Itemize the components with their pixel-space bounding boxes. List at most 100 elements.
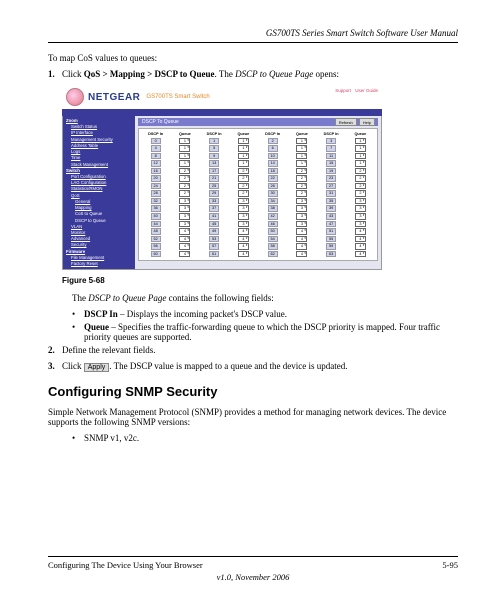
table-row: 41516171	[141, 145, 375, 153]
queue-select[interactable]: 3	[355, 213, 366, 220]
queue-select[interactable]: 3	[355, 198, 366, 205]
queue-select[interactable]: 2	[179, 168, 190, 175]
apply-button[interactable]: Apply	[84, 363, 110, 372]
queue-select[interactable]: 4	[355, 251, 366, 258]
dscp-value: 11	[326, 153, 336, 160]
queue-select[interactable]: 3	[179, 213, 190, 220]
queue-select[interactable]: 3	[296, 205, 307, 212]
userguide-link[interactable]: User Guide	[355, 88, 378, 93]
queue-select[interactable]: 4	[179, 236, 190, 243]
queue-select[interactable]: 2	[296, 190, 307, 197]
queue-select[interactable]: 2	[296, 168, 307, 175]
queue-select[interactable]: 4	[238, 228, 249, 235]
queue-select[interactable]: 3	[238, 213, 249, 220]
page-name: DSCP to Queue Page	[88, 293, 166, 303]
dscp-value: 54	[268, 236, 278, 243]
queue-select[interactable]: 3	[238, 221, 249, 228]
dscp-value: 12	[151, 160, 161, 167]
queue-select[interactable]: 1	[238, 145, 249, 152]
dscp-value: 45	[209, 221, 219, 228]
logo-icon	[66, 88, 84, 106]
queue-select[interactable]: 3	[238, 205, 249, 212]
table-row: 323333343353	[141, 197, 375, 205]
queue-select[interactable]: 2	[238, 175, 249, 182]
queue-select[interactable]: 1	[355, 153, 366, 160]
dscp-value: 7	[326, 145, 336, 152]
queue-select[interactable]: 1	[179, 153, 190, 160]
queue-select[interactable]: 4	[238, 243, 249, 250]
queue-select[interactable]: 4	[355, 228, 366, 235]
queue-select[interactable]: 2	[355, 190, 366, 197]
queue-select[interactable]: 3	[355, 221, 366, 228]
queue-select[interactable]: 4	[179, 251, 190, 258]
step-body: Define the relevant fields.	[62, 345, 458, 355]
menu-path: QoS > Mapping > DSCP to Queue	[84, 69, 215, 79]
dscp-value: 20	[151, 175, 161, 182]
queue-select[interactable]: 2	[296, 183, 307, 190]
field-bullet: • DSCP In – Displays the incoming packet…	[72, 309, 458, 319]
queue-select[interactable]: 1	[238, 160, 249, 167]
table-row: 162172182192	[141, 167, 375, 175]
table-row: 282292302312	[141, 190, 375, 198]
queue-select[interactable]: 4	[238, 251, 249, 258]
queue-select[interactable]: 4	[296, 228, 307, 235]
queue-select[interactable]: 2	[355, 183, 366, 190]
queue-select[interactable]: 1	[179, 160, 190, 167]
queue-select[interactable]: 1	[238, 138, 249, 145]
queue-select[interactable]: 2	[238, 183, 249, 190]
queue-select[interactable]: 3	[296, 213, 307, 220]
queue-select[interactable]: 2	[238, 190, 249, 197]
queue-select[interactable]: 1	[355, 138, 366, 145]
queue-select[interactable]: 4	[238, 236, 249, 243]
queue-select[interactable]: 1	[355, 160, 366, 167]
queue-select[interactable]: 4	[296, 251, 307, 258]
dscp-table: DSCP InQueueDSCP InQueueDSCP InQueueDSCP…	[138, 128, 378, 261]
dscp-value: 57	[209, 243, 219, 250]
queue-select[interactable]: 1	[179, 145, 190, 152]
queue-select[interactable]: 3	[296, 198, 307, 205]
queue-select[interactable]: 4	[355, 243, 366, 250]
queue-select[interactable]: 1	[296, 145, 307, 152]
queue-select[interactable]: 4	[296, 243, 307, 250]
dscp-value: 28	[151, 190, 161, 197]
queue-select[interactable]: 4	[355, 236, 366, 243]
queue-select[interactable]: 2	[355, 168, 366, 175]
queue-select[interactable]: 3	[179, 221, 190, 228]
queue-select[interactable]: 2	[355, 175, 366, 182]
queue-select[interactable]: 4	[179, 228, 190, 235]
dscp-value: 23	[326, 175, 336, 182]
sidebar-item[interactable]: Factory Reset	[66, 261, 135, 267]
queue-select[interactable]: 3	[238, 198, 249, 205]
queue-select[interactable]: 3	[179, 198, 190, 205]
dscp-value: 49	[209, 228, 219, 235]
bullet-marker: •	[72, 322, 84, 342]
text: contains the following fields:	[166, 293, 273, 303]
table-row: 01112131	[141, 137, 375, 145]
queue-select[interactable]: 2	[179, 175, 190, 182]
queue-select[interactable]: 3	[296, 221, 307, 228]
dscp-value: 62	[268, 251, 278, 258]
queue-select[interactable]: 2	[296, 175, 307, 182]
dscp-value: 4	[151, 145, 161, 152]
queue-select[interactable]: 4	[296, 236, 307, 243]
dscp-value: 2	[268, 138, 278, 145]
queue-select[interactable]: 4	[179, 243, 190, 250]
queue-select[interactable]: 1	[296, 153, 307, 160]
product-name: GS700TS Smart Switch	[146, 94, 209, 100]
queue-select[interactable]: 3	[179, 205, 190, 212]
step-text: opens:	[313, 69, 339, 79]
queue-select[interactable]: 2	[238, 168, 249, 175]
bullet-marker: •	[72, 309, 84, 319]
help-button[interactable]: Help	[359, 118, 375, 126]
support-link[interactable]: Support	[335, 88, 351, 93]
queue-select[interactable]: 1	[355, 145, 366, 152]
step-text: . The	[215, 69, 236, 79]
queue-select[interactable]: 3	[355, 205, 366, 212]
queue-select[interactable]: 1	[179, 138, 190, 145]
refresh-button[interactable]: Refresh	[335, 118, 357, 126]
queue-select[interactable]: 1	[238, 153, 249, 160]
queue-select[interactable]: 1	[296, 160, 307, 167]
queue-select[interactable]: 1	[296, 138, 307, 145]
queue-select[interactable]: 2	[179, 190, 190, 197]
queue-select[interactable]: 2	[179, 183, 190, 190]
